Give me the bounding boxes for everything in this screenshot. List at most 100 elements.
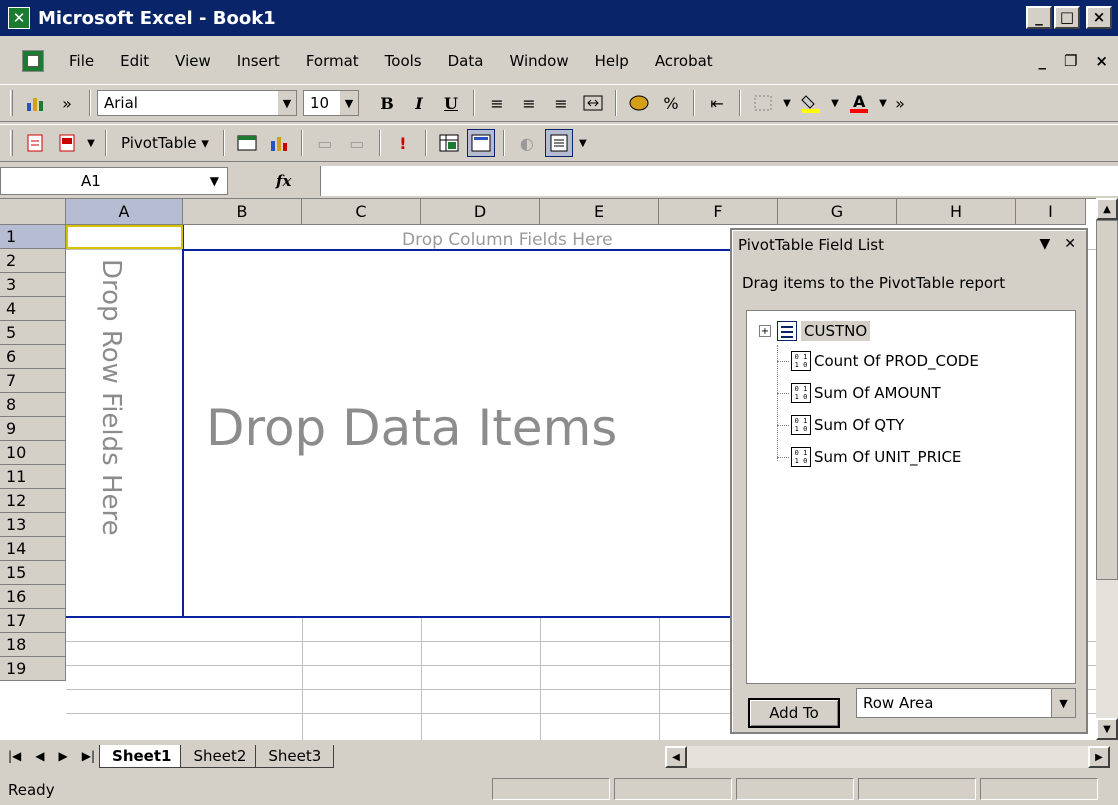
field-list-close-icon[interactable]: ✕ bbox=[1064, 236, 1076, 252]
column-header-e[interactable]: E bbox=[540, 199, 659, 225]
workbook-icon[interactable] bbox=[22, 50, 44, 72]
column-header-a[interactable]: A bbox=[66, 199, 183, 225]
menu-view[interactable]: View bbox=[162, 52, 224, 70]
row-header[interactable]: 5 bbox=[0, 321, 66, 345]
acrobat-email-icon[interactable] bbox=[53, 129, 81, 157]
show-detail-icon[interactable]: ▭ bbox=[343, 129, 371, 157]
field-list-title[interactable]: PivotTable Field List bbox=[738, 236, 884, 254]
align-right-icon[interactable]: ≡ bbox=[547, 89, 575, 117]
scroll-right-icon[interactable]: ▶ bbox=[1088, 746, 1110, 768]
chevron-down-icon[interactable]: ▼ bbox=[1051, 689, 1075, 717]
percent-style-button[interactable]: % bbox=[657, 89, 685, 117]
menu-help[interactable]: Help bbox=[582, 52, 642, 70]
decrease-indent-icon[interactable]: ⇤ bbox=[703, 89, 731, 117]
minimize-button[interactable]: _ bbox=[1026, 6, 1052, 29]
vertical-scrollbar[interactable]: ▲ ▼ bbox=[1096, 198, 1118, 740]
chevron-down-icon[interactable]: ▼ bbox=[577, 129, 589, 157]
sheet-tab-sheet2[interactable]: Sheet2 bbox=[180, 744, 260, 768]
menu-format[interactable]: Format bbox=[293, 52, 372, 70]
menu-window[interactable]: Window bbox=[496, 52, 581, 70]
include-hidden-items-icon[interactable] bbox=[435, 129, 463, 157]
field-sum-of-amount[interactable]: 0 11 0 Sum Of AMOUNT bbox=[777, 383, 941, 403]
scroll-left-icon[interactable]: ◀ bbox=[665, 746, 687, 768]
italic-button[interactable]: I bbox=[405, 89, 433, 117]
underline-button[interactable]: U bbox=[437, 89, 465, 117]
row-header[interactable]: 16 bbox=[0, 585, 66, 609]
row-header[interactable]: 1 bbox=[0, 225, 66, 249]
font-name-select[interactable]: Arial ▼ bbox=[97, 90, 297, 116]
next-sheet-icon[interactable]: ▶ bbox=[59, 749, 68, 763]
acrobat-convert-icon[interactable] bbox=[21, 129, 49, 157]
prev-sheet-icon[interactable]: ◀ bbox=[35, 749, 44, 763]
name-box[interactable]: A1 ▼ bbox=[0, 167, 228, 195]
chevron-down-icon[interactable]: ▼ bbox=[85, 129, 97, 157]
font-color-icon[interactable]: A bbox=[845, 89, 873, 117]
font-size-select[interactable]: 10 ▼ bbox=[303, 90, 359, 116]
align-left-icon[interactable]: ≡ bbox=[483, 89, 511, 117]
chevron-down-icon[interactable]: ▼ bbox=[278, 91, 296, 115]
row-header[interactable]: 17 bbox=[0, 609, 66, 633]
bold-button[interactable]: B bbox=[373, 89, 401, 117]
column-header-g[interactable]: G bbox=[778, 199, 897, 225]
row-header[interactable]: 4 bbox=[0, 297, 66, 321]
field-count-of-prod-code[interactable]: 0 11 0 Count Of PROD_CODE bbox=[777, 351, 979, 371]
toolbar-options-button[interactable]: » bbox=[893, 89, 907, 117]
scroll-up-icon[interactable]: ▲ bbox=[1096, 198, 1118, 220]
menu-tools[interactable]: Tools bbox=[372, 52, 435, 70]
row-header[interactable]: 13 bbox=[0, 513, 66, 537]
toolbar-options-button[interactable]: » bbox=[53, 89, 81, 117]
row-header[interactable]: 6 bbox=[0, 345, 66, 369]
scroll-down-icon[interactable]: ▼ bbox=[1096, 718, 1118, 740]
doc-close-button[interactable]: × bbox=[1095, 52, 1108, 70]
row-header[interactable]: 18 bbox=[0, 633, 66, 657]
row-header[interactable]: 15 bbox=[0, 561, 66, 585]
sheet-tab-sheet3[interactable]: Sheet3 bbox=[255, 744, 335, 768]
expand-icon[interactable]: + bbox=[759, 325, 771, 337]
restore-button[interactable]: □ bbox=[1054, 6, 1080, 29]
toolbar-grip[interactable] bbox=[10, 130, 13, 156]
active-cell-a1[interactable] bbox=[66, 225, 183, 249]
field-list-icon[interactable] bbox=[544, 129, 573, 157]
row-header[interactable]: 8 bbox=[0, 393, 66, 417]
drop-data-items-zone[interactable]: Drop Data Items bbox=[206, 399, 617, 457]
column-header-c[interactable]: C bbox=[302, 199, 421, 225]
row-header[interactable]: 10 bbox=[0, 441, 66, 465]
row-header[interactable]: 9 bbox=[0, 417, 66, 441]
row-header[interactable]: 7 bbox=[0, 369, 66, 393]
row-header[interactable]: 3 bbox=[0, 273, 66, 297]
field-settings-icon[interactable] bbox=[466, 129, 495, 157]
toolbar-grip[interactable] bbox=[10, 90, 13, 116]
select-all-corner[interactable] bbox=[0, 199, 66, 225]
show-field-list-icon[interactable]: ◐ bbox=[513, 129, 541, 157]
chevron-down-icon[interactable]: ▼ bbox=[210, 174, 219, 188]
chevron-down-icon[interactable]: ▼ bbox=[781, 89, 793, 117]
close-button[interactable]: × bbox=[1086, 6, 1112, 29]
last-sheet-icon[interactable]: ▶| bbox=[82, 749, 95, 763]
add-to-button[interactable]: Add To bbox=[748, 698, 840, 728]
column-header-h[interactable]: H bbox=[897, 199, 1016, 225]
row-header[interactable]: 19 bbox=[0, 657, 66, 681]
menu-edit[interactable]: Edit bbox=[107, 52, 162, 70]
scroll-thumb[interactable] bbox=[1096, 220, 1118, 580]
format-report-icon[interactable] bbox=[233, 129, 261, 157]
excel-app-icon[interactable]: ✕ bbox=[8, 7, 30, 29]
menu-data[interactable]: Data bbox=[435, 52, 497, 70]
align-center-icon[interactable]: ≡ bbox=[515, 89, 543, 117]
pivottable-menu-button[interactable]: PivotTable ▾ bbox=[113, 129, 217, 157]
fill-color-icon[interactable] bbox=[797, 89, 825, 117]
menu-acrobat[interactable]: Acrobat bbox=[642, 52, 726, 70]
field-tree[interactable]: + CUSTNO 0 11 0 Count Of PROD_CODE 0 11 … bbox=[746, 310, 1076, 684]
column-header-f[interactable]: F bbox=[659, 199, 778, 225]
chevron-down-icon[interactable]: ▼ bbox=[340, 91, 358, 115]
column-header-d[interactable]: D bbox=[421, 199, 540, 225]
row-header[interactable]: 14 bbox=[0, 537, 66, 561]
field-sum-of-unit-price[interactable]: 0 11 0 Sum Of UNIT_PRICE bbox=[777, 447, 961, 467]
row-header[interactable]: 12 bbox=[0, 489, 66, 513]
hide-detail-icon[interactable]: ▭ bbox=[311, 129, 339, 157]
doc-restore-button[interactable]: ❐ bbox=[1064, 52, 1077, 70]
field-custno[interactable]: + CUSTNO bbox=[759, 321, 871, 341]
insert-function-icon[interactable]: fx bbox=[276, 172, 291, 190]
doc-minimize-button[interactable]: _ bbox=[1038, 52, 1046, 70]
horizontal-scrollbar[interactable]: ◀ ▶ bbox=[665, 746, 1110, 768]
chart-wizard-icon[interactable] bbox=[265, 129, 293, 157]
